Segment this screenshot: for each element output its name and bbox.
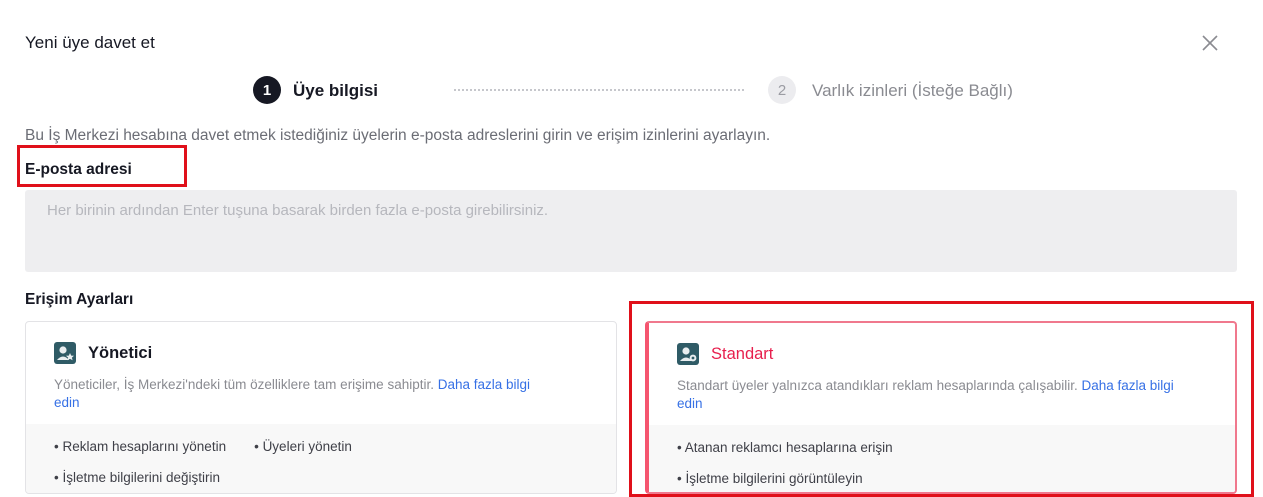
- step-2-label: Varlık izinleri (İsteğe Bağlı): [812, 81, 1013, 100]
- annotation-highlight-standard-card: [629, 301, 1254, 497]
- close-icon[interactable]: [1197, 30, 1223, 56]
- step-2-number: 2: [768, 76, 796, 104]
- access-settings-label: Erişim Ayarları: [25, 291, 134, 308]
- role-permissions-admin: • Reklam hesaplarını yönetin • Üyeleri y…: [26, 424, 616, 493]
- dialog-title: Yeni üye davet et: [25, 33, 155, 52]
- admin-star-icon: [54, 342, 76, 364]
- role-description-admin-text: Yöneticiler, İş Merkezi'ndeki tüm özelli…: [54, 377, 434, 392]
- dialog-description: Bu İş Merkezi hesabına davet etmek isted…: [25, 127, 771, 144]
- step-1-label: Üye bilgisi: [293, 81, 379, 100]
- email-input[interactable]: [25, 190, 1237, 272]
- step-1-number: 1: [253, 76, 281, 104]
- role-option-admin[interactable]: Yönetici Yöneticiler, İş Merkezi'ndeki t…: [25, 321, 617, 494]
- stepper: 1 Üye bilgisi 2 Varlık izinleri (İsteğe …: [253, 76, 1133, 104]
- step-connector: [454, 89, 744, 91]
- role-title-admin: Yönetici: [88, 343, 153, 362]
- email-label: E-posta adresi: [25, 161, 132, 178]
- permission-item: • Reklam hesaplarını yönetin: [54, 439, 227, 454]
- permission-item: • İşletme bilgilerini değiştirin: [54, 470, 221, 485]
- role-description-admin: Yöneticiler, İş Merkezi'ndeki tüm özelli…: [54, 376, 554, 412]
- permission-item: • Üyeleri yönetin: [254, 439, 352, 454]
